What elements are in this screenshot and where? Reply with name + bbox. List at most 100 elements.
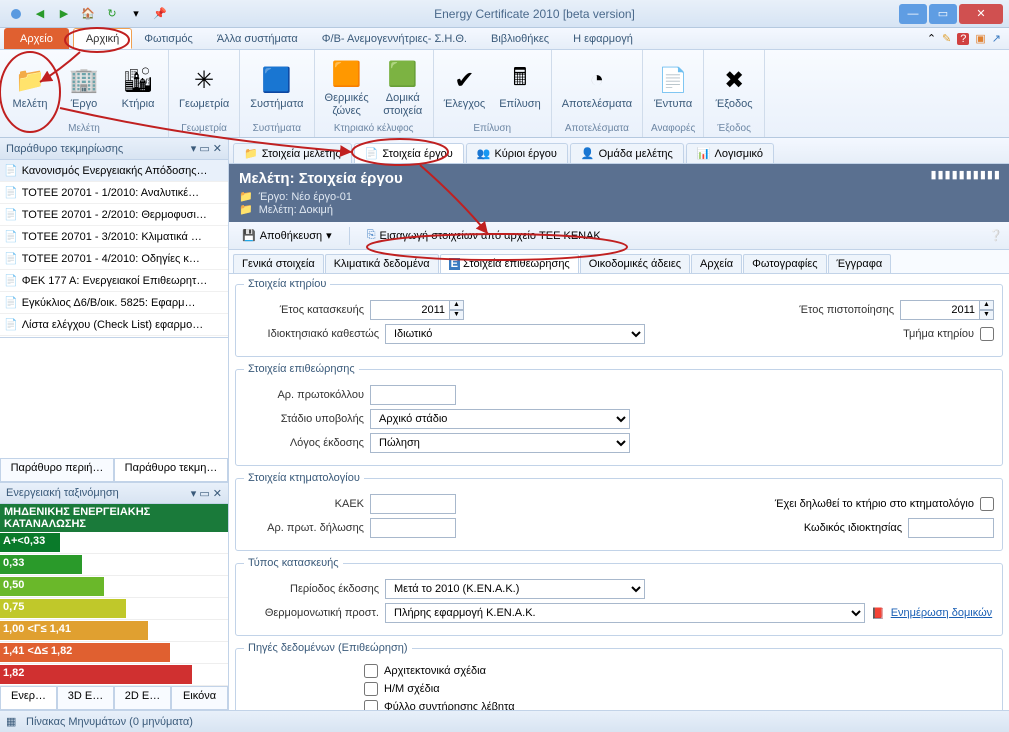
period-select[interactable]: Μετά το 2010 (Κ.ΕΝ.Α.Κ.) [385, 579, 645, 599]
source-checkbox[interactable] [364, 664, 378, 678]
reason-select[interactable]: Πώληση [370, 433, 630, 453]
main-tab[interactable]: 👤Ομάδα μελέτης [570, 143, 684, 163]
doc-list-item[interactable]: 📄ΤΟΤΕΕ 20701 - 4/2010: Οδηγίες κ… [0, 248, 228, 270]
doc-list-item[interactable]: 📄Λίστα ελέγχου (Check List) εφαρμο… [0, 314, 228, 336]
import-tee-button[interactable]: ⎘Εισαγωγή στοιχείων από αρχείο TEE KENAK [360, 226, 608, 245]
main-tab[interactable]: 👥Κύριοι έργου [466, 143, 568, 163]
main-tab[interactable]: 📁Στοιχεία μελέτης [233, 143, 352, 163]
style-icon[interactable]: ✎ [942, 32, 951, 45]
source-checkbox[interactable] [364, 700, 378, 710]
doc-tab-1[interactable]: Παράθυρο περιή… [0, 459, 114, 482]
energy-tab-4[interactable]: Εικόνα [171, 687, 228, 710]
proto-input[interactable] [370, 385, 456, 405]
back-icon[interactable]: ◀ [30, 4, 50, 24]
reports-button[interactable]: 📄Έντυπα [647, 52, 699, 123]
panel-pin-icon[interactable]: ▭ [199, 487, 209, 500]
doc-list-item[interactable]: 📄Εγκύκλιος Δ6/Β/οικ. 5825: Εφαρμ… [0, 292, 228, 314]
section-checkbox[interactable] [980, 327, 994, 341]
sub-tab[interactable]: Αρχεία [691, 254, 742, 273]
buildings-button[interactable]: 🏙Κτήρια [112, 52, 164, 123]
spin-up-icon[interactable]: ▲ [450, 300, 464, 310]
ownercode-input[interactable] [908, 518, 994, 538]
panel-pin-icon[interactable]: ▭ [199, 142, 209, 155]
energy-tab-1[interactable]: Ενερ… [0, 687, 57, 710]
pin-icon[interactable]: 📌 [150, 4, 170, 24]
window-title: Energy Certificate 2010 [beta version] [170, 7, 899, 21]
form-area[interactable]: Στοιχεία κτηρίου Έτος κατασκευής ▲▼ Έτος… [229, 274, 1009, 710]
forward-icon[interactable]: ▶ [54, 4, 74, 24]
status-messages[interactable]: Πίνακας Μηνυμάτων (0 μηνύματα) [26, 716, 193, 728]
year-input[interactable] [370, 300, 450, 320]
source-checkbox[interactable] [364, 682, 378, 696]
main-tab[interactable]: 📄Στοιχεία έργου [354, 143, 464, 163]
menu-libraries[interactable]: Βιβλιοθήκες [479, 28, 561, 49]
sub-tab[interactable]: Φωτογραφίες [743, 254, 826, 273]
panel-menu-icon[interactable]: ▾ [191, 487, 197, 500]
geometry-button[interactable]: ✳Γεωμετρία [173, 52, 235, 123]
doc-list-item[interactable]: 📄ΦΕΚ 177 Α: Ενεργειακοί Επιθεωρητ… [0, 270, 228, 292]
doc-list-item[interactable]: 📄ΤΟΤΕΕ 20701 - 3/2010: Κλιματικά … [0, 226, 228, 248]
source-checkbox-label: Φύλλο συντήρησης λέβητα [384, 701, 515, 710]
panel-menu-icon[interactable]: ▾ [191, 142, 197, 155]
external-icon[interactable]: ↗ [992, 32, 1001, 45]
doc-tab-2[interactable]: Παράθυρο τεκμη… [114, 459, 228, 482]
thermal-zones-button[interactable]: 🟧Θερμικές ζώνες [319, 52, 375, 123]
menu-home[interactable]: Αρχική [73, 28, 132, 49]
spin-up-icon[interactable]: ▲ [980, 300, 994, 310]
decl-no-input[interactable] [370, 518, 456, 538]
sub-tab[interactable]: E Στοιχεία επιθεώρησης [440, 254, 579, 273]
section-label: Τμήμα κτηρίου [903, 328, 974, 340]
doc-list-item[interactable]: 📄Κανονισμός Ενεργειακής Απόδοσης… [0, 160, 228, 182]
sub-tab[interactable]: Κλιματικά δεδομένα [325, 254, 439, 273]
spin-down-icon[interactable]: ▼ [450, 310, 464, 320]
systems-button[interactable]: 🟦Συστήματα [244, 52, 309, 123]
sub-tab[interactable]: Γενικά στοιχεία [233, 254, 324, 273]
sub-tab[interactable]: Οικοδομικές άδειες [580, 254, 690, 273]
rss-icon[interactable]: ▣ [975, 32, 985, 45]
panel-close-icon[interactable]: ✕ [213, 487, 222, 500]
home-icon[interactable]: 🏠 [78, 4, 98, 24]
results-button[interactable]: ◔Αποτελέσματα [556, 52, 638, 123]
help-icon[interactable]: ? [957, 33, 969, 45]
minimize-ribbon-icon[interactable]: ⌃ [927, 32, 936, 45]
qat-menu-icon[interactable] [6, 4, 26, 24]
refresh-icon[interactable]: ↻ [102, 4, 122, 24]
declared-label: Έχει δηλωθεί το κτήριο στο κτηματολόγιο [775, 498, 974, 510]
energy-class-row: A+<0,33 [0, 532, 228, 554]
close-button[interactable]: ✕ [959, 4, 1003, 24]
energy-tab-3[interactable]: 2D E… [114, 687, 171, 710]
menu-app[interactable]: Η εφαρμογή [561, 28, 645, 49]
doc-list-item[interactable]: 📄ΤΟΤΕΕ 20701 - 2/2010: Θερμοφυσι… [0, 204, 228, 226]
study-button[interactable]: 📁Μελέτη [4, 52, 56, 123]
energy-class-row: 1,00 <Γ≤ 1,41 [0, 620, 228, 642]
check-button[interactable]: ✔Έλεγχος [438, 52, 491, 123]
main-tab[interactable]: 📊Λογισμικό [686, 143, 774, 163]
menu-lighting[interactable]: Φωτισμός [132, 28, 205, 49]
thermal-select[interactable]: Πλήρης εφαρμογή Κ.ΕΝ.Α.Κ. [385, 603, 865, 623]
minimize-button[interactable]: — [899, 4, 927, 24]
ownership-select[interactable]: Ιδιωτικό [385, 324, 645, 344]
stage-select[interactable]: Αρχικό στάδιο [370, 409, 630, 429]
project-button[interactable]: 🏢Έργο [58, 52, 110, 123]
structural-elements-button[interactable]: 🟩Δομικά στοιχεία [377, 52, 429, 123]
doc-list[interactable]: 📄Κανονισμός Ενεργειακής Απόδοσης…📄ΤΟΤΕΕ … [0, 160, 228, 338]
qat-overflow-icon[interactable]: ▾ [126, 4, 146, 24]
kaek-input[interactable] [370, 494, 456, 514]
declared-checkbox[interactable] [980, 497, 994, 511]
cert-year-input[interactable] [900, 300, 980, 320]
energy-tab-2[interactable]: 3D E… [57, 687, 114, 710]
ribbon-group-label: Συστήματα [244, 123, 309, 135]
panel-close-icon[interactable]: ✕ [213, 142, 222, 155]
help-icon[interactable]: ❔ [989, 229, 1003, 242]
menu-other-systems[interactable]: Άλλα συστήματα [205, 28, 310, 49]
file-menu[interactable]: Αρχείο [4, 28, 69, 49]
exit-button[interactable]: ✖Έξοδος [708, 52, 760, 123]
save-button[interactable]: 💾Αποθήκευση ▾ [235, 226, 339, 245]
maximize-button[interactable]: ▭ [929, 4, 957, 24]
sub-tab[interactable]: Έγγραφα [828, 254, 892, 273]
solve-button[interactable]: 🖩Επίλυση [493, 52, 547, 123]
doc-list-item[interactable]: 📄ΤΟΤΕΕ 20701 - 1/2010: Αναλυτικέ… [0, 182, 228, 204]
update-structural-link[interactable]: Ενημέρωση δομικών [891, 607, 992, 619]
spin-down-icon[interactable]: ▼ [980, 310, 994, 320]
menu-pv[interactable]: Φ/Β- Ανεμογεννήτριες- Σ.Η.Θ. [310, 28, 479, 49]
